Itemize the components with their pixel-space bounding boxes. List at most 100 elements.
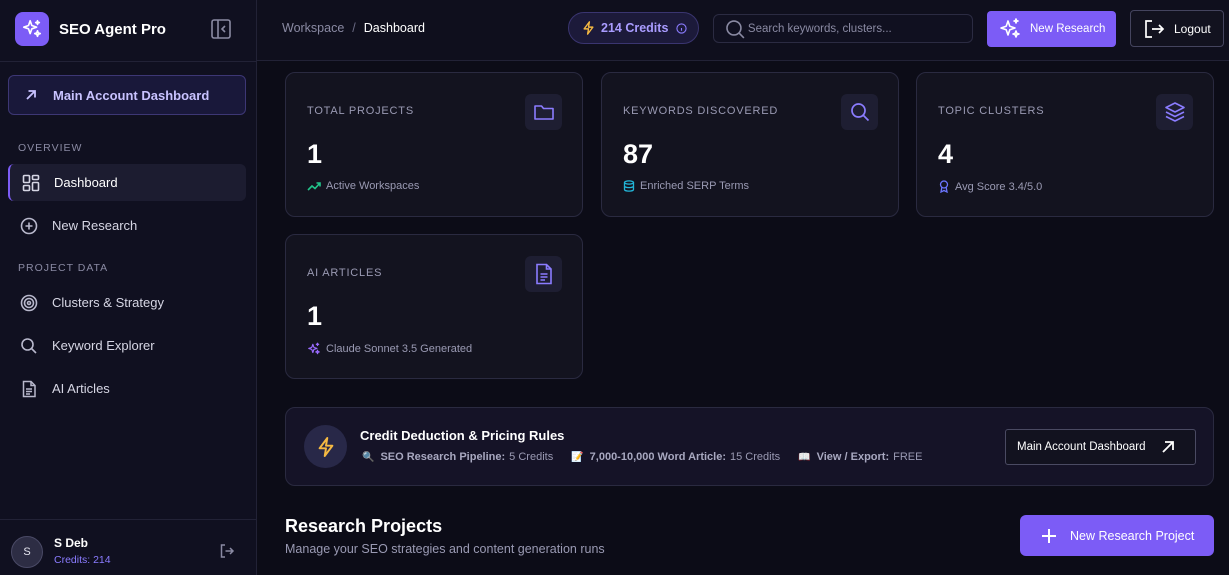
project-data-section-label: PROJECT DATA (18, 262, 109, 274)
main-account-dashboard-button[interactable]: Main Account Dashboard (1005, 429, 1196, 465)
breadcrumb-workspace[interactable]: Workspace (282, 21, 344, 35)
stat-subtext: Enriched SERP Terms (623, 180, 749, 192)
folder-icon (525, 94, 562, 130)
research-projects-subtitle: Manage your SEO strategies and content g… (285, 542, 605, 556)
arrow-up-right-icon (26, 90, 36, 100)
layers-icon (1156, 94, 1193, 130)
document-icon (525, 256, 562, 292)
sidebar-item-keyword-explorer[interactable]: Keyword Explorer (8, 327, 246, 364)
arrow-up-right-icon (1161, 441, 1174, 453)
sidebar-item-dashboard[interactable]: Dashboard (8, 164, 246, 201)
stat-subtext-label: Enriched SERP Terms (640, 180, 750, 192)
credit-rule-value: 15 Credits (730, 451, 781, 463)
stat-subtext-label: Claude Sonnet 3.5 Generated (326, 343, 473, 355)
stat-card-topic-clusters: TOPIC CLUSTERS 4 Avg Score 3.4/5.0 (916, 72, 1214, 217)
sparkles-logo-icon (15, 12, 49, 46)
sparkles-icon (1000, 18, 1020, 38)
credit-rules-title: Credit Deduction & Pricing Rules (360, 428, 565, 443)
stat-value: 87 (623, 139, 654, 169)
sidebar-item-label: Dashboard (54, 175, 118, 190)
main-account-dashboard-label: Main Account Dashboard (1017, 441, 1146, 453)
stat-subtext: Avg Score 3.4/5.0 (938, 180, 1042, 193)
logout-button[interactable]: Logout (1130, 10, 1224, 47)
trend-up-icon (307, 182, 321, 191)
brand[interactable]: SEO Agent Pro (15, 12, 166, 46)
new-research-label: New Research (1030, 23, 1106, 35)
collapse-sidebar-icon[interactable] (210, 18, 232, 40)
stat-subtext: Active Workspaces (307, 180, 419, 192)
logout-label: Logout (1174, 21, 1211, 36)
research-projects-title: Research Projects (285, 516, 443, 536)
breadcrumb: Workspace / Dashboard (282, 21, 425, 35)
stat-subtext: Claude Sonnet 3.5 Generated (307, 342, 472, 356)
main-account-label: Main Account Dashboard (53, 87, 210, 103)
credit-rule-value: 5 Credits (509, 451, 554, 463)
info-icon[interactable] (676, 22, 688, 34)
credits-count: 214 Credits (601, 21, 669, 35)
award-icon (939, 180, 949, 193)
credit-rule-label: 7,000-10,000 Word Article: (589, 451, 726, 463)
stat-subtext-label: Active Workspaces (326, 180, 420, 192)
logout-icon (1145, 19, 1165, 38)
stat-title: TOTAL PROJECTS (307, 105, 414, 117)
stat-title: TOPIC CLUSTERS (938, 105, 1045, 117)
sidebar-item-label: Clusters & Strategy (52, 295, 164, 310)
user-profile: S S Deb Credits: 214 (0, 519, 256, 575)
sidebar-item-label: AI Articles (52, 381, 110, 396)
stat-card-ai-articles: AI ARTICLES 1 Claude Sonnet 3.5 Generate… (285, 234, 583, 379)
credit-rules-banner: Credit Deduction & Pricing Rules 🔍 SEO R… (285, 407, 1214, 486)
credit-rule-item: 📝 7,000-10,000 Word Article: 15 Credits (571, 451, 780, 463)
credit-rules-list: 🔍 SEO Research Pipeline: 5 Credits 📝 7,0… (362, 451, 940, 463)
memo-emoji-icon: 📝 (571, 451, 584, 463)
stat-subtext-label: Avg Score 3.4/5.0 (955, 180, 1043, 193)
search-input[interactable] (747, 22, 972, 35)
document-icon (22, 380, 36, 397)
sparkles-icon (308, 342, 320, 355)
credit-rule-item: 📖 View / Export: FREE (798, 451, 922, 463)
stat-title: KEYWORDS DISCOVERED (623, 105, 779, 117)
top-header: Workspace / Dashboard 214 Credits New Re… (257, 0, 1229, 61)
stat-value: 1 (307, 301, 323, 331)
sidebar-item-label: New Research (52, 218, 138, 233)
sign-out-icon[interactable] (219, 543, 235, 559)
sidebar-item-clusters-strategy[interactable]: Clusters & Strategy (8, 284, 246, 321)
grid-icon (22, 174, 40, 191)
sidebar-item-new-research[interactable]: New Research (8, 207, 246, 244)
sidebar-item-ai-articles[interactable]: AI Articles (8, 370, 246, 407)
credit-rule-label: View / Export: (816, 451, 890, 463)
sidebar-divider (0, 61, 256, 62)
avatar[interactable]: S (11, 536, 43, 568)
sidebar: SEO Agent Pro Main Account Dashboard OVE… (0, 0, 257, 575)
search-icon (841, 94, 878, 130)
plus-icon (1042, 528, 1056, 543)
stat-value: 1 (307, 139, 323, 169)
stat-card-total-projects: TOTAL PROJECTS 1 Active Workspaces (285, 72, 583, 217)
credit-rule-value: FREE (893, 451, 923, 463)
stat-value: 4 (938, 139, 954, 169)
breadcrumb-separator: / (352, 21, 356, 35)
search-box[interactable] (713, 14, 973, 43)
credit-rule-item: 🔍 SEO Research Pipeline: 5 Credits (362, 451, 553, 463)
sidebar-item-label: Keyword Explorer (52, 338, 155, 353)
credit-rule-label: SEO Research Pipeline: (380, 451, 506, 463)
lightning-icon (583, 21, 594, 35)
new-research-button[interactable]: New Research (987, 11, 1116, 47)
user-name: S Deb (54, 536, 89, 550)
new-research-project-label: New Research Project (1070, 528, 1195, 543)
book-emoji-icon: 📖 (798, 451, 811, 463)
magnifier-emoji-icon: 🔍 (362, 451, 375, 463)
lightning-icon (304, 425, 347, 468)
new-research-project-button[interactable]: New Research Project (1020, 515, 1214, 556)
overview-section-label: OVERVIEW (18, 142, 83, 154)
search-icon (21, 337, 37, 354)
stat-title: AI ARTICLES (307, 267, 383, 279)
plus-circle-icon (20, 217, 38, 234)
database-icon (623, 180, 635, 192)
main-account-dashboard-link[interactable]: Main Account Dashboard (8, 75, 246, 115)
target-icon (20, 294, 38, 311)
brand-name: SEO Agent Pro (59, 20, 166, 38)
search-icon (726, 19, 745, 39)
stat-card-keywords-discovered: KEYWORDS DISCOVERED 87 Enriched SERP Ter… (601, 72, 899, 217)
user-credits: Credits: 214 (54, 554, 111, 566)
credits-badge[interactable]: 214 Credits (568, 12, 699, 44)
